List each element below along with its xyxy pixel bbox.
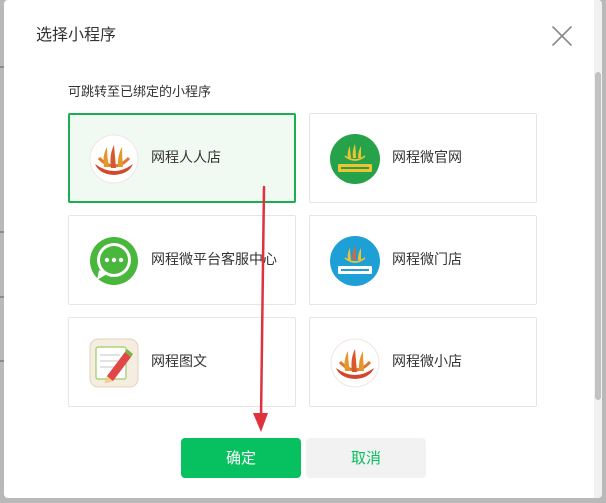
dialog-title: 选择小程序 <box>36 25 117 44</box>
mini-program-name: 网程微平台客服中心 <box>151 252 277 268</box>
mini-program-card[interactable]: 网程微平台客服中心 <box>68 215 296 305</box>
mini-program-card[interactable]: 网程图文 <box>68 317 296 407</box>
close-icon <box>552 26 572 46</box>
green-badge-logo-icon <box>330 134 380 184</box>
mini-program-name: 网程图文 <box>151 354 207 370</box>
mini-program-card[interactable]: 网程微门店 <box>309 215 537 305</box>
close-button[interactable] <box>550 24 574 48</box>
scrollbar-thumb[interactable] <box>595 72 601 400</box>
scrollbar[interactable] <box>594 0 602 498</box>
pencil-note-icon <box>89 338 139 388</box>
section-label: 可跳转至已绑定的小程序 <box>68 85 212 100</box>
mini-program-card[interactable]: 网程微官网 <box>309 113 537 203</box>
mini-program-name: 网程人人店 <box>151 150 221 166</box>
flame-logo-icon <box>89 134 139 184</box>
mini-program-grid: 网程人人店 网程微官网 网程微平台客服中心 网程微门店 网程图文 网程微小店 <box>68 113 540 409</box>
mini-program-card[interactable]: 网程微小店 <box>309 317 537 407</box>
cancel-button[interactable]: 取消 <box>306 438 426 478</box>
mini-program-name: 网程微小店 <box>392 354 462 370</box>
select-mini-program-dialog: 选择小程序 可跳转至已绑定的小程序 网程人人店 网程微官网 网程微平台客服中心 … <box>4 0 602 498</box>
flame-logo-icon <box>330 338 380 388</box>
blue-badge-logo-icon <box>330 236 380 286</box>
mini-program-name: 网程微门店 <box>392 252 462 268</box>
confirm-button[interactable]: 确定 <box>181 438 301 478</box>
mini-program-card[interactable]: 网程人人店 <box>68 113 296 203</box>
mini-program-name: 网程微官网 <box>392 150 462 166</box>
chat-bubble-icon <box>90 237 138 285</box>
